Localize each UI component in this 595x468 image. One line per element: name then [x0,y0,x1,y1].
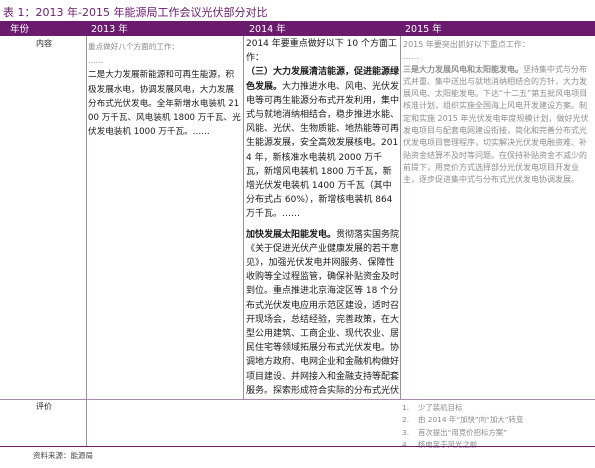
cell-2014-pv-body: 贯彻落实国务院《关于促进光伏产业健康发展的若干意见》，加强光伏发电并网服务、保障… [246,229,400,396]
row-label-content: 内容 [36,39,52,48]
cell-2014-pv-title: 加快发展太阳能发电。 [246,229,337,240]
header-year: 年份 [10,24,30,35]
cell-2014-content: 2014 年要重点做好以下 10 个方面工作： （三）大力发展清洁能源，促进能源… [246,37,400,397]
header-2015: 2015 年 [405,24,442,35]
cell-2015-sec3-body: 坚持集中式与分布式并重、集中送出与就地消纳相结合的方针，大力发展风电、太阳能发电… [403,64,589,185]
header-2013: 2013 年 [91,24,128,35]
evaluation-item: 1. 少了装机目标 [402,403,463,412]
cell-2013-body: 二是大力发展新能源和可再生能源，积极发展水电，协调发展风电，大力发展分布式光伏发… [88,70,241,138]
grid-hline-eval [0,399,595,400]
cell-2013-content: 重点做好八个方面的工作： …… 二是大力发展新能源和可再生能源，积极发展水电，协… [88,40,242,139]
table-header-row: 年份 2013 年 2014 年 2015 年 [0,23,595,36]
source-note: 资料来源：能源局 [33,451,93,460]
cell-2015-sec3-title: 三是大力发展风电和太阳能发电。 [403,64,523,74]
table-title: 表 1：2013 年-2015 年能源局工作会议光伏部分对比 [3,6,268,19]
grid-vline-2 [243,36,244,399]
evaluation-item: 2. 由 2014 年“加快”向“加大”转变 [402,415,524,425]
cell-2015-content: 2015 年要突出抓好以下重点工作： …… 三是大力发展风电和太阳能发电。坚持集… [403,39,591,254]
cell-2013-intro: 重点做好八个方面的工作： [88,42,180,51]
cell-2015-dots: …… [403,52,419,62]
evaluation-list: 1. 少了装机目标 2. 由 2014 年“加快”向“加大”转变 3. 首次提出“用竞… [400,402,592,452]
cell-2013-dots: …… [88,56,104,66]
evaluation-item: 3. 首次提出“用竞价招标方案” [402,427,507,437]
grid-vline-3 [400,36,401,399]
header-2014: 2014 年 [249,24,286,35]
row-label-eval: 评价 [36,402,52,411]
grid-vline-1 [86,36,87,446]
cell-2014-intro: 2014 年要重点做好以下 10 个方面工作： [246,39,397,64]
cell-2015-intro: 2015 年要突出抓好以下重点工作： [403,40,530,49]
footer-divider [0,446,595,447]
cell-2014-sec3-body: 大力推进水电、风电、光伏发电等可再生能源分布式开发利用，集中式与就地消纳相结合，… [246,81,400,220]
